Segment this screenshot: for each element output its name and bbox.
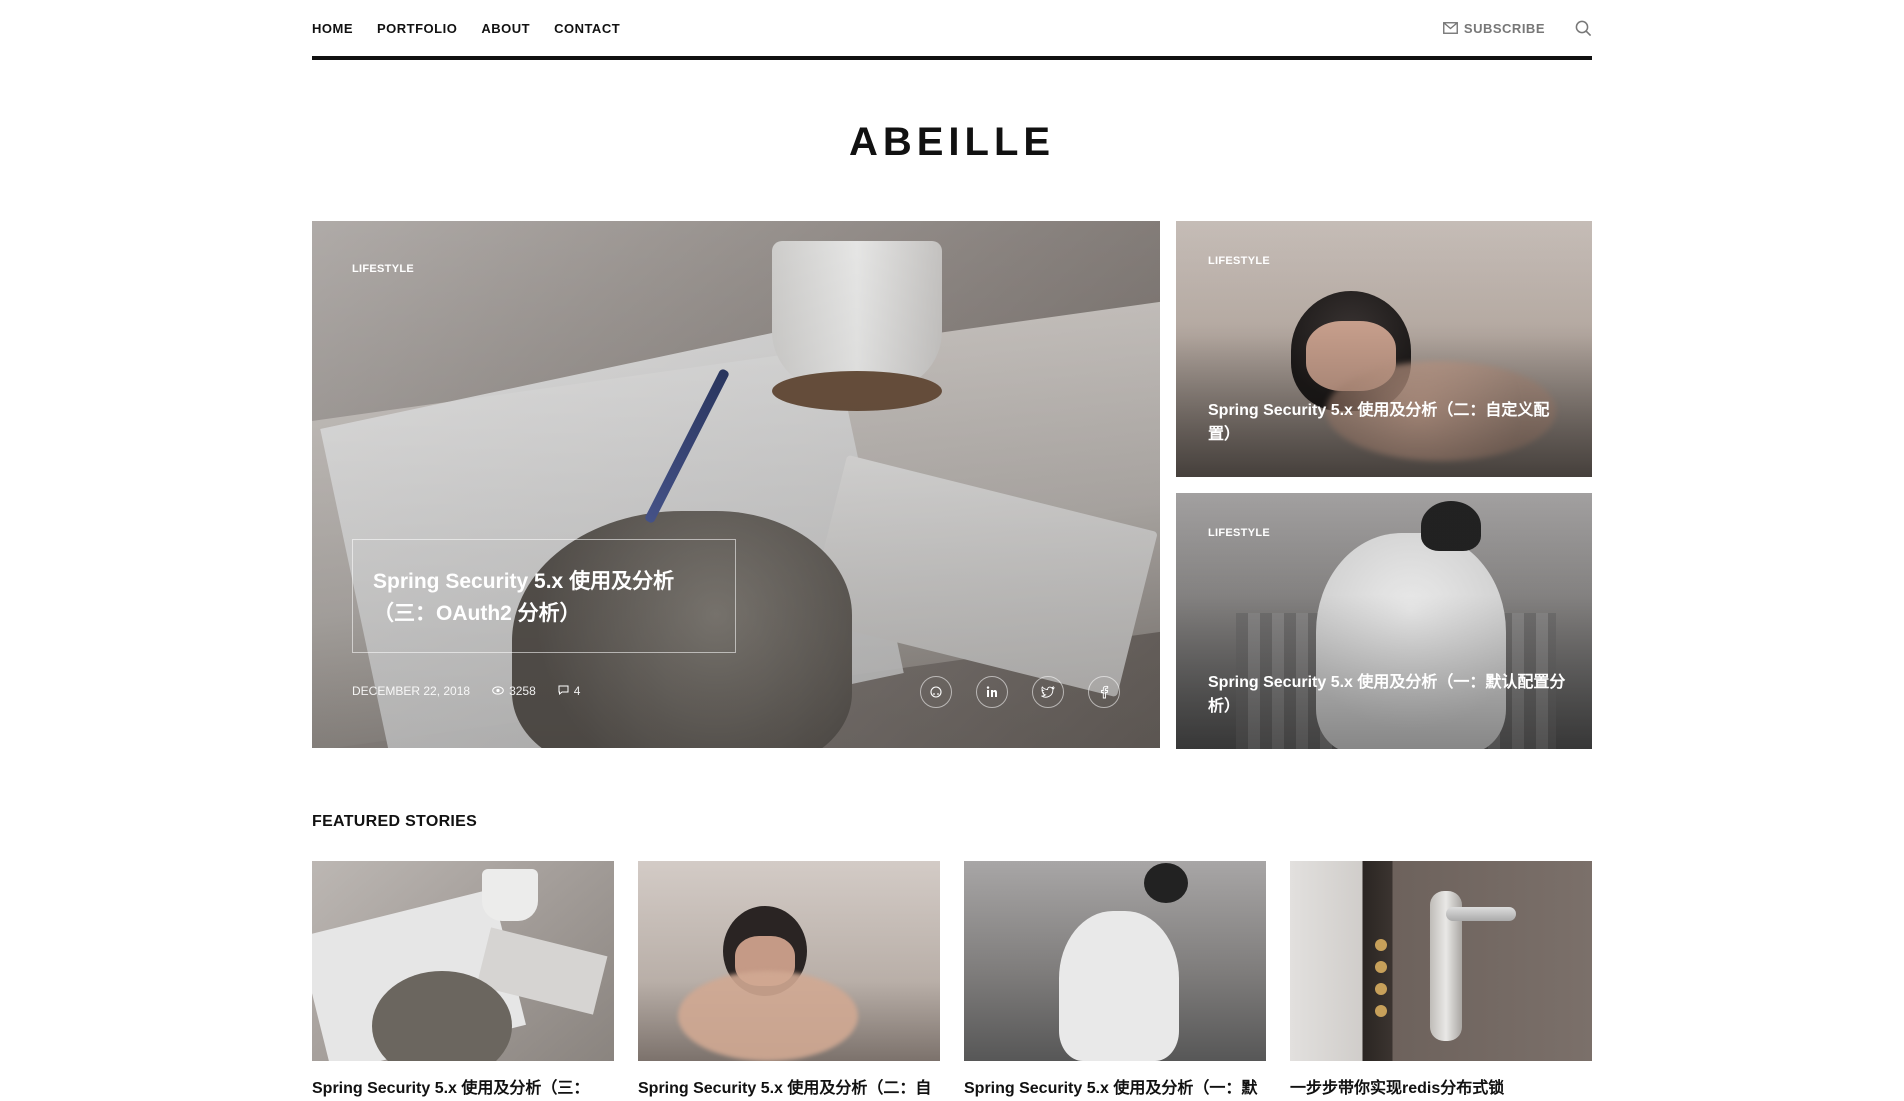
- hero-side-post-2[interactable]: LIFESTYLE Spring Security 5.x 使用及分析（一：默认…: [1176, 493, 1592, 749]
- featured-card[interactable]: Spring Security 5.x 使用及分析（一：默: [964, 861, 1266, 1101]
- featured-card[interactable]: Spring Security 5.x 使用及分析（二：自: [638, 861, 940, 1101]
- hero-image-overlay: [312, 221, 1160, 748]
- eye-icon: [492, 684, 504, 698]
- subscribe-button[interactable]: SUBSCRIBE: [1442, 20, 1545, 36]
- featured-card-image[interactable]: [312, 861, 614, 1061]
- github-icon[interactable]: [920, 676, 952, 708]
- nav-portfolio[interactable]: PORTFOLIO: [377, 21, 457, 36]
- twitter-icon[interactable]: [1032, 676, 1064, 708]
- featured-card-title[interactable]: Spring Security 5.x 使用及分析（二：自: [638, 1077, 940, 1101]
- featured-card-image[interactable]: [1290, 861, 1592, 1061]
- featured-card-title[interactable]: Spring Security 5.x 使用及分析（一：默: [964, 1077, 1266, 1101]
- featured-card-image[interactable]: [638, 861, 940, 1061]
- side-post-title[interactable]: Spring Security 5.x 使用及分析（一：默认配置分析）: [1208, 671, 1568, 719]
- hero-meta: DECEMBER 22, 2018 3258 4: [352, 684, 580, 698]
- facebook-icon[interactable]: [1088, 676, 1120, 708]
- top-navigation: HOME PORTFOLIO ABOUT CONTACT SUBSCRIBE: [312, 0, 1592, 60]
- hero-social-share: [920, 676, 1120, 708]
- subscribe-label: SUBSCRIBE: [1463, 20, 1545, 36]
- nav-actions: SUBSCRIBE: [1442, 20, 1592, 37]
- hero-title[interactable]: Spring Security 5.x 使用及分析（三：OAuth2 分析）: [373, 566, 715, 630]
- side-category-badge[interactable]: LIFESTYLE: [1208, 255, 1270, 267]
- hero-views-count: 3258: [509, 684, 536, 698]
- site-logo[interactable]: ABEILLE: [312, 112, 1592, 172]
- linkedin-icon[interactable]: [976, 676, 1008, 708]
- main-menu: HOME PORTFOLIO ABOUT CONTACT: [312, 21, 620, 36]
- side-category-badge[interactable]: LIFESTYLE: [1208, 527, 1270, 539]
- nav-home[interactable]: HOME: [312, 21, 353, 36]
- hero-comments[interactable]: 4: [558, 684, 581, 698]
- featured-card[interactable]: 一步步带你实现redis分布式锁: [1290, 861, 1592, 1101]
- hero-category-badge[interactable]: LIFESTYLE: [352, 263, 414, 275]
- featured-card-title[interactable]: Spring Security 5.x 使用及分析（三：: [312, 1077, 614, 1101]
- side-post-title[interactable]: Spring Security 5.x 使用及分析（二：自定义配置）: [1208, 399, 1568, 447]
- nav-contact[interactable]: CONTACT: [554, 21, 620, 36]
- hero-date: DECEMBER 22, 2018: [352, 684, 471, 698]
- comment-icon: [558, 684, 569, 698]
- featured-card-title[interactable]: 一步步带你实现redis分布式锁: [1290, 1077, 1592, 1101]
- featured-grid: Spring Security 5.x 使用及分析（三： Spring Secu…: [312, 861, 1592, 1101]
- featured-card[interactable]: Spring Security 5.x 使用及分析（三：: [312, 861, 614, 1101]
- hero-title-box: Spring Security 5.x 使用及分析（三：OAuth2 分析）: [352, 539, 736, 653]
- search-icon[interactable]: [1575, 20, 1592, 37]
- hero-side-post-1[interactable]: LIFESTYLE Spring Security 5.x 使用及分析（二：自定…: [1176, 221, 1592, 477]
- featured-heading: FEATURED STORIES: [312, 813, 478, 830]
- nav-about[interactable]: ABOUT: [481, 21, 530, 36]
- featured-card-image[interactable]: [964, 861, 1266, 1061]
- mail-icon: [1442, 22, 1458, 34]
- hero-views: 3258: [492, 684, 536, 698]
- hero-main-post[interactable]: LIFESTYLE Spring Security 5.x 使用及分析（三：OA…: [312, 221, 1160, 748]
- hero-comments-count: 4: [573, 684, 581, 698]
